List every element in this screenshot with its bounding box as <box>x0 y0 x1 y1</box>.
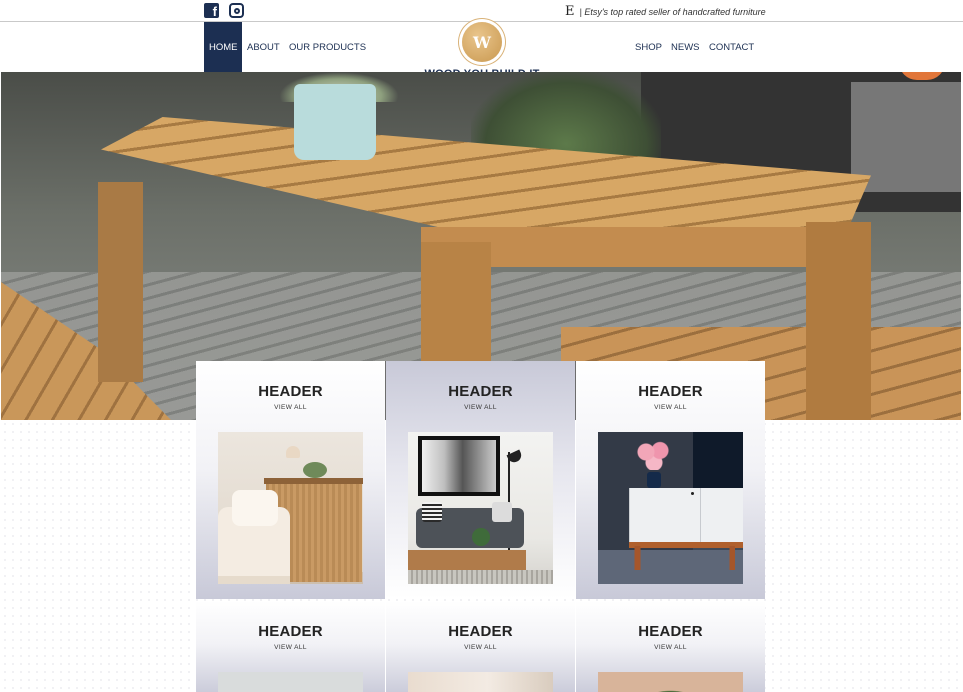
card-title: HEADER <box>258 383 323 400</box>
category-card[interactable]: HEADER VIEW ALL <box>386 601 575 692</box>
card-image[interactable] <box>218 672 363 692</box>
nav-contact[interactable]: CONTACT <box>704 22 759 72</box>
category-card[interactable]: HEADER VIEW ALL <box>576 601 765 692</box>
view-all-link[interactable]: VIEW ALL <box>576 644 765 651</box>
card-title: HEADER <box>448 623 513 640</box>
category-card[interactable]: HEADER VIEW ALL <box>196 601 385 692</box>
category-card[interactable]: HEADER VIEW ALL <box>196 361 385 599</box>
category-card[interactable]: HEADER VIEW ALL <box>386 361 575 599</box>
card-title: HEADER <box>448 383 513 400</box>
etsy-icon: E <box>565 4 575 19</box>
instagram-icon[interactable] <box>229 3 244 18</box>
view-all-link[interactable]: VIEW ALL <box>386 644 575 651</box>
card-image[interactable] <box>408 432 553 584</box>
card-image[interactable] <box>218 432 363 584</box>
view-all-link[interactable]: VIEW ALL <box>196 404 385 411</box>
nav-our-products[interactable]: OUR PRODUCTS <box>284 22 371 72</box>
category-card[interactable]: HEADER VIEW ALL <box>576 361 765 599</box>
top-bar: E | Etsy's top rated seller of handcraft… <box>0 0 963 22</box>
logo-badge-icon: W <box>462 22 502 62</box>
view-all-link[interactable]: VIEW ALL <box>196 644 385 651</box>
nav-home[interactable]: HOME <box>204 22 242 72</box>
card-title: HEADER <box>258 623 323 640</box>
nav-news[interactable]: NEWS <box>666 22 705 72</box>
card-image[interactable] <box>408 672 553 692</box>
card-title: HEADER <box>638 383 703 400</box>
nav-about[interactable]: ABOUT <box>242 22 285 72</box>
etsy-badge[interactable]: E | Etsy's top rated seller of handcraft… <box>565 4 766 19</box>
main-nav: HOME ABOUT OUR PRODUCTS W WOOD YOU BUILD… <box>0 22 963 91</box>
card-image[interactable] <box>598 672 743 692</box>
card-title: HEADER <box>638 623 703 640</box>
card-image[interactable] <box>598 432 743 584</box>
view-all-link[interactable]: VIEW ALL <box>576 404 765 411</box>
tagline: | Etsy's top rated seller of handcrafted… <box>579 6 766 17</box>
social-links <box>204 3 244 19</box>
facebook-icon[interactable] <box>204 3 219 19</box>
view-all-link[interactable]: VIEW ALL <box>386 404 575 411</box>
nav-shop[interactable]: SHOP <box>630 22 667 72</box>
